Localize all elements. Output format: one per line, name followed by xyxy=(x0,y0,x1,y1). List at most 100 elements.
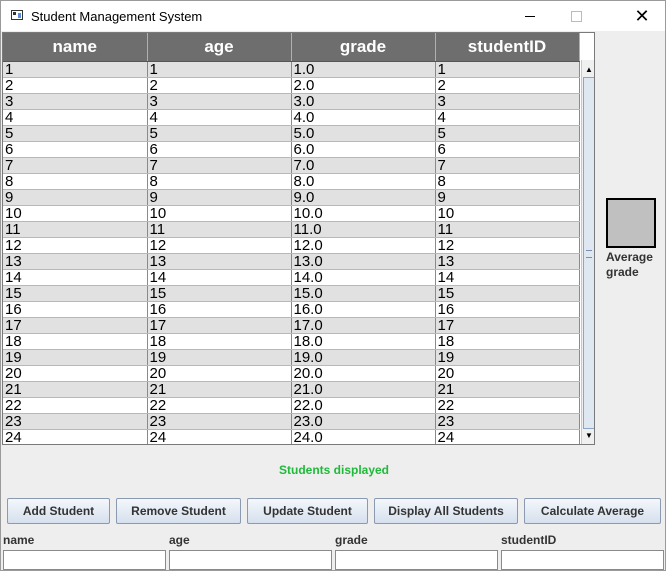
table-cell-grade[interactable]: 23.0 xyxy=(291,413,436,430)
table-row[interactable]: 23 23 23.0 23 xyxy=(3,413,580,430)
table-cell-name[interactable]: 7 xyxy=(3,157,148,174)
table-row[interactable]: 8 8 8.0 8 xyxy=(3,173,580,190)
table-cell-age[interactable]: 1 xyxy=(147,61,292,78)
table-cell-age[interactable]: 19 xyxy=(147,349,292,366)
table-cell-grade[interactable]: 11.0 xyxy=(291,221,436,238)
table-cell-name[interactable]: 19 xyxy=(3,349,148,366)
table-cell-name[interactable]: 24 xyxy=(3,429,148,444)
table-cell-studentid[interactable]: 15 xyxy=(435,285,580,302)
table-cell-studentid[interactable]: 5 xyxy=(435,125,580,142)
table-row[interactable]: 12 12 12.0 12 xyxy=(3,237,580,254)
table-row[interactable]: 2 2 2.0 2 xyxy=(3,77,580,94)
table-cell-studentid[interactable]: 20 xyxy=(435,365,580,382)
name-field[interactable] xyxy=(3,550,166,570)
close-button[interactable]: ✕ xyxy=(619,1,665,31)
table-cell-studentid[interactable]: 6 xyxy=(435,141,580,158)
column-header-age[interactable]: age xyxy=(147,33,292,62)
table-cell-name[interactable]: 5 xyxy=(3,125,148,142)
table-cell-grade[interactable]: 7.0 xyxy=(291,157,436,174)
table-row[interactable]: 18 18 18.0 18 xyxy=(3,333,580,350)
table-cell-grade[interactable]: 12.0 xyxy=(291,237,436,254)
table-row[interactable]: 13 13 13.0 13 xyxy=(3,253,580,270)
table-cell-grade[interactable]: 3.0 xyxy=(291,93,436,110)
vertical-scrollbar[interactable]: ▲ ▼ xyxy=(581,60,594,444)
table-cell-name[interactable]: 14 xyxy=(3,269,148,286)
table-cell-grade[interactable]: 18.0 xyxy=(291,333,436,350)
table-row[interactable]: 9 9 9.0 9 xyxy=(3,189,580,206)
table-cell-age[interactable]: 17 xyxy=(147,317,292,334)
table-cell-name[interactable]: 1 xyxy=(3,61,148,78)
table-cell-grade[interactable]: 8.0 xyxy=(291,173,436,190)
table-cell-age[interactable]: 23 xyxy=(147,413,292,430)
table-cell-name[interactable]: 20 xyxy=(3,365,148,382)
calculate-average-button[interactable]: Calculate Average xyxy=(524,498,661,524)
table-cell-age[interactable]: 11 xyxy=(147,221,292,238)
minimize-button[interactable] xyxy=(507,1,553,31)
table-cell-studentid[interactable]: 19 xyxy=(435,349,580,366)
table-cell-age[interactable]: 5 xyxy=(147,125,292,142)
table-cell-grade[interactable]: 14.0 xyxy=(291,269,436,286)
table-cell-age[interactable]: 12 xyxy=(147,237,292,254)
table-cell-name[interactable]: 2 xyxy=(3,77,148,94)
table-cell-grade[interactable]: 21.0 xyxy=(291,381,436,398)
table-cell-name[interactable]: 12 xyxy=(3,237,148,254)
column-header-grade[interactable]: grade xyxy=(291,33,436,62)
grade-field[interactable] xyxy=(335,550,498,570)
remove-student-button[interactable]: Remove Student xyxy=(116,498,241,524)
table-cell-studentid[interactable]: 9 xyxy=(435,189,580,206)
display-all-students-button[interactable]: Display All Students xyxy=(374,498,518,524)
scroll-up-button[interactable]: ▲ xyxy=(582,62,594,76)
age-field[interactable] xyxy=(169,550,332,570)
table-cell-name[interactable]: 21 xyxy=(3,381,148,398)
table-row[interactable]: 5 5 5.0 5 xyxy=(3,125,580,142)
table-cell-age[interactable]: 4 xyxy=(147,109,292,126)
table-row[interactable]: 15 15 15.0 15 xyxy=(3,285,580,302)
table-cell-name[interactable]: 6 xyxy=(3,141,148,158)
column-header-studentid[interactable]: studentID xyxy=(435,33,580,62)
table-cell-grade[interactable]: 22.0 xyxy=(291,397,436,414)
table-cell-age[interactable]: 20 xyxy=(147,365,292,382)
table-cell-age[interactable]: 14 xyxy=(147,269,292,286)
table-row[interactable]: 20 20 20.0 20 xyxy=(3,365,580,382)
table-cell-age[interactable]: 9 xyxy=(147,189,292,206)
table-cell-studentid[interactable]: 14 xyxy=(435,269,580,286)
table-cell-studentid[interactable]: 16 xyxy=(435,301,580,318)
studentid-field[interactable] xyxy=(501,550,664,570)
table-cell-grade[interactable]: 10.0 xyxy=(291,205,436,222)
table-cell-grade[interactable]: 15.0 xyxy=(291,285,436,302)
table-cell-name[interactable]: 8 xyxy=(3,173,148,190)
table-cell-grade[interactable]: 20.0 xyxy=(291,365,436,382)
table-cell-grade[interactable]: 2.0 xyxy=(291,77,436,94)
table-row[interactable]: 14 14 14.0 14 xyxy=(3,269,580,286)
table-cell-grade[interactable]: 19.0 xyxy=(291,349,436,366)
column-header-name[interactable]: name xyxy=(3,33,148,62)
table-cell-name[interactable]: 3 xyxy=(3,93,148,110)
table-cell-age[interactable]: 3 xyxy=(147,93,292,110)
students-table[interactable]: name age grade studentID 1 1 1.0 1 2 2 2.0 2 3 3 3… xyxy=(2,32,595,445)
table-cell-studentid[interactable]: 22 xyxy=(435,397,580,414)
table-cell-age[interactable]: 6 xyxy=(147,141,292,158)
table-cell-name[interactable]: 22 xyxy=(3,397,148,414)
scroll-down-button[interactable]: ▼ xyxy=(582,428,594,442)
table-row[interactable]: 21 21 21.0 21 xyxy=(3,381,580,398)
table-cell-age[interactable]: 21 xyxy=(147,381,292,398)
table-cell-name[interactable]: 11 xyxy=(3,221,148,238)
table-cell-name[interactable]: 18 xyxy=(3,333,148,350)
table-cell-grade[interactable]: 16.0 xyxy=(291,301,436,318)
table-cell-studentid[interactable]: 18 xyxy=(435,333,580,350)
table-row[interactable]: 24 24 24.0 24 xyxy=(3,429,580,444)
table-cell-grade[interactable]: 17.0 xyxy=(291,317,436,334)
table-cell-studentid[interactable]: 2 xyxy=(435,77,580,94)
table-cell-age[interactable]: 24 xyxy=(147,429,292,444)
table-cell-name[interactable]: 23 xyxy=(3,413,148,430)
table-row[interactable]: 6 6 6.0 6 xyxy=(3,141,580,158)
table-cell-studentid[interactable]: 17 xyxy=(435,317,580,334)
table-cell-name[interactable]: 13 xyxy=(3,253,148,270)
table-row[interactable]: 19 19 19.0 19 xyxy=(3,349,580,366)
table-cell-age[interactable]: 16 xyxy=(147,301,292,318)
table-cell-studentid[interactable]: 8 xyxy=(435,173,580,190)
table-cell-name[interactable]: 9 xyxy=(3,189,148,206)
table-cell-name[interactable]: 16 xyxy=(3,301,148,318)
table-row[interactable]: 4 4 4.0 4 xyxy=(3,109,580,126)
table-row[interactable]: 22 22 22.0 22 xyxy=(3,397,580,414)
